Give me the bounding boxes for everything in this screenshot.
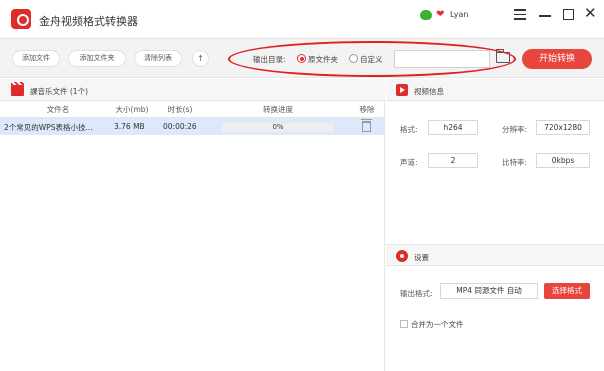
file-list-title: 課音乐文件 (1个) — [30, 87, 89, 96]
clapperboard-icon — [11, 82, 24, 96]
title-bar: 金舟视频格式转换器 ❤ Lyan ✕ — [0, 0, 604, 38]
user-name[interactable]: Lyan — [450, 10, 468, 19]
app-title: 金舟视频格式转换器 — [39, 15, 138, 28]
add-file-button[interactable]: 添加文件 — [12, 50, 60, 67]
menu-icon[interactable] — [514, 9, 526, 20]
format-value: h264 — [428, 120, 478, 135]
column-header-duration: 时长(s) — [167, 105, 193, 114]
right-panel: 视频信息 格式: h264 分辨率: 720x1280 声道: 2 比特率: 0… — [386, 79, 604, 371]
progress-bar: 0% — [222, 123, 334, 132]
column-header-progress: 转换进度 — [263, 105, 293, 114]
channel-value: 2 — [428, 153, 478, 168]
format-label: 格式: — [400, 125, 418, 134]
app-logo-icon — [11, 9, 31, 29]
heart-icon: ❤ — [436, 9, 445, 20]
settings-title: 设置 — [414, 253, 429, 262]
resolution-value: 720x1280 — [536, 120, 590, 135]
minimize-icon[interactable] — [539, 15, 551, 17]
clear-list-button[interactable]: 清除列表 — [134, 50, 182, 67]
wechat-icon[interactable] — [420, 10, 432, 20]
maximize-icon[interactable] — [563, 9, 574, 20]
trash-icon[interactable] — [361, 119, 372, 132]
file-list-header: 課音乐文件 (1个) — [0, 79, 385, 101]
choose-format-button[interactable]: 选择格式 — [544, 283, 590, 299]
gear-icon — [396, 250, 408, 262]
move-up-button[interactable]: ↑ — [192, 50, 209, 67]
file-name-cell: 2个常见的WPS表格小技... — [4, 123, 93, 132]
output-format-label: 输出格式: — [400, 289, 433, 298]
video-info-title: 视频信息 — [414, 87, 444, 96]
table-row[interactable]: 2个常见的WPS表格小技... 3.76 MB 00:00:26 0% — [0, 118, 385, 135]
channel-label: 声道: — [400, 158, 418, 167]
add-folder-button[interactable]: 添加文件夹 — [68, 50, 126, 67]
highlight-annotation — [228, 41, 516, 77]
output-format-value[interactable]: MP4 同源文件 自动 — [440, 283, 538, 299]
play-icon — [396, 84, 408, 96]
column-header-remove: 移除 — [359, 105, 375, 114]
merge-checkbox-label[interactable]: 合并为一个文件 — [411, 319, 464, 330]
merge-checkbox[interactable] — [400, 320, 408, 328]
file-list-panel: 課音乐文件 (1个) 文件名 大小(mb) 时长(s) 转换进度 移除 2个常见… — [0, 79, 385, 371]
start-convert-button[interactable]: 开始转换 — [522, 49, 592, 69]
column-header-size: 大小(mb) — [115, 105, 149, 114]
resolution-label: 分辨率: — [502, 125, 528, 134]
file-size-cell: 3.76 MB — [114, 122, 145, 131]
settings-header: 设置 — [386, 244, 604, 266]
bitrate-label: 比特率: — [502, 158, 528, 167]
close-icon[interactable]: ✕ — [584, 6, 597, 21]
video-info-header: 视频信息 — [386, 79, 604, 101]
column-header-filename: 文件名 — [46, 105, 70, 114]
bitrate-value: 0kbps — [536, 153, 590, 168]
file-duration-cell: 00:00:26 — [163, 122, 197, 131]
